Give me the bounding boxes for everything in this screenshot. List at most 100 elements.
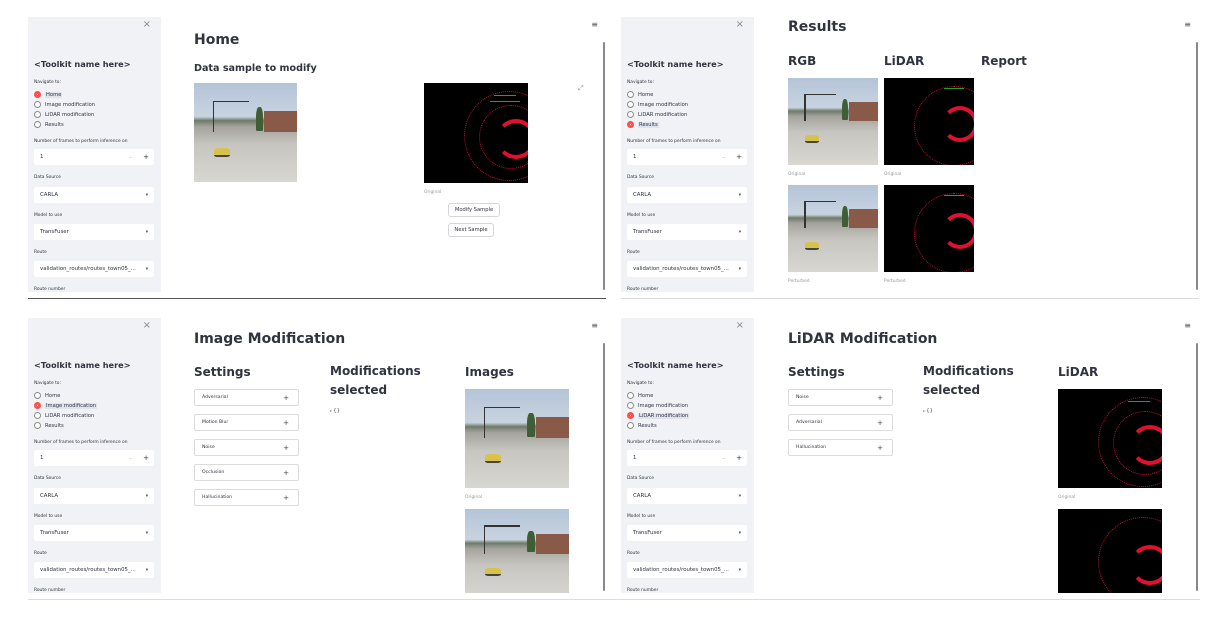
radio-selected-icon[interactable] [34, 91, 41, 98]
data-source-select[interactable]: CARLA ▾ [627, 187, 747, 203]
rgb-sample-image [194, 83, 297, 182]
radio-selected-icon[interactable] [34, 402, 41, 409]
chevron-down-icon: ▾ [738, 493, 741, 499]
scrollbar[interactable] [603, 343, 605, 591]
model-label: Model to use [34, 514, 63, 519]
frames-number-input[interactable]: 1– + [34, 450, 154, 466]
radio-icon[interactable] [34, 101, 41, 108]
radio-icon[interactable] [34, 111, 41, 118]
page-title: Image Modification [194, 331, 346, 347]
nav-option-home[interactable]: Home [627, 90, 653, 99]
close-sidebar-icon[interactable]: × [736, 320, 744, 331]
chevron-down-icon: ▾ [145, 493, 148, 499]
chevron-down-icon: ▾ [738, 567, 741, 573]
plus-icon: + [283, 393, 289, 402]
radio-icon[interactable] [627, 402, 634, 409]
chevron-down-icon: ▾ [738, 530, 741, 536]
scrollbar[interactable] [1196, 343, 1198, 591]
modify-sample-button[interactable]: Modify Sample [448, 203, 500, 217]
modifications-json[interactable]: ▸ {} [330, 408, 340, 414]
frames-label: Number of frames to perform inference on [627, 139, 721, 144]
minus-icon[interactable]: – [129, 455, 132, 462]
close-sidebar-icon[interactable]: × [736, 19, 744, 30]
data-source-select[interactable]: CARLA ▾ [34, 187, 154, 203]
menu-icon[interactable]: ≡ [591, 321, 598, 330]
plus-icon[interactable]: + [143, 454, 149, 462]
radio-icon[interactable] [627, 101, 634, 108]
frames-label: Number of frames to perform inference on [627, 440, 721, 445]
close-sidebar-icon[interactable]: × [143, 320, 151, 331]
menu-icon[interactable]: ≡ [591, 20, 598, 29]
modifications-json[interactable]: ▸ {} [923, 408, 933, 414]
nav-option-home[interactable]: Home [627, 391, 653, 400]
radio-selected-icon[interactable] [627, 412, 634, 419]
close-sidebar-icon[interactable]: × [143, 19, 151, 30]
data-source-select[interactable]: CARLA ▾ [627, 488, 747, 504]
nav-option-home[interactable]: Home [34, 90, 63, 99]
scrollbar[interactable] [1196, 42, 1198, 290]
model-select[interactable]: TransFuser ▾ [627, 525, 747, 541]
radio-icon[interactable] [34, 412, 41, 419]
lidar-sample-image [424, 83, 528, 183]
plus-icon[interactable]: + [736, 153, 742, 161]
expander-adversarial[interactable]: Adversarial + [788, 414, 893, 431]
route-select[interactable]: validation_routes/routes_town05_... ▾ [627, 562, 747, 578]
rgb-original-image [465, 389, 569, 488]
nav-option-results[interactable]: Results [627, 421, 657, 430]
next-sample-button[interactable]: Next Sample [448, 223, 494, 237]
expander-motion-blur[interactable]: Motion Blur + [194, 414, 299, 431]
route-label: Route [34, 250, 47, 255]
chevron-down-icon: ▾ [145, 530, 148, 536]
nav-option-results[interactable]: Results [627, 120, 659, 129]
nav-option-image-modification[interactable]: Image modification [627, 100, 688, 109]
scrollbar[interactable] [603, 42, 605, 290]
expander-occlusion[interactable]: Occlusion + [194, 464, 299, 481]
radio-icon[interactable] [627, 91, 634, 98]
nav-option-image-modification[interactable]: Image modification [627, 401, 688, 410]
radio-icon[interactable] [34, 121, 41, 128]
expander-noise[interactable]: Noise + [194, 439, 299, 456]
nav-option-home[interactable]: Home [34, 391, 60, 400]
menu-icon[interactable]: ≡ [1184, 321, 1191, 330]
menu-icon[interactable]: ≡ [1184, 20, 1191, 29]
radio-icon[interactable] [34, 392, 41, 399]
route-select[interactable]: validation_routes/routes_town05_... ▾ [34, 562, 154, 578]
expander-adversarial[interactable]: Adversarial + [194, 389, 299, 406]
data-source-select[interactable]: CARLA ▾ [34, 488, 154, 504]
radio-icon[interactable] [34, 422, 41, 429]
divider [28, 599, 1200, 600]
fullscreen-icon[interactable]: ⤢ [578, 84, 584, 93]
route-select[interactable]: validation_routes/routes_town05_... ▾ [34, 261, 154, 277]
home-page-panel: × <Toolkit name here> Navigate to: Home … [28, 17, 608, 292]
expander-hallucination[interactable]: Hallucination + [194, 489, 299, 506]
nav-option-lidar-modification[interactable]: LiDAR modification [627, 110, 687, 119]
frames-number-input[interactable]: 1– + [34, 149, 154, 165]
nav-option-image-modification[interactable]: Image modification [34, 100, 95, 109]
radio-icon[interactable] [627, 392, 634, 399]
minus-icon[interactable]: – [722, 455, 725, 462]
model-select[interactable]: TransFuser ▾ [34, 224, 154, 240]
route-select[interactable]: validation_routes/routes_town05_... ▾ [627, 261, 747, 277]
plus-icon[interactable]: + [736, 454, 742, 462]
radio-icon[interactable] [627, 422, 634, 429]
radio-selected-icon[interactable] [627, 121, 634, 128]
nav-option-image-modification[interactable]: Image modification [34, 401, 98, 410]
expander-hallucination[interactable]: Hallucination + [788, 439, 893, 456]
minus-icon[interactable]: – [129, 154, 132, 161]
route-label: Route [627, 551, 640, 556]
plus-icon[interactable]: + [143, 153, 149, 161]
radio-icon[interactable] [627, 111, 634, 118]
frames-number-input[interactable]: 1– + [627, 450, 747, 466]
lidar-column-header: LiDAR [884, 54, 925, 68]
nav-option-lidar-modification[interactable]: LiDAR modification [627, 411, 690, 420]
nav-option-lidar-modification[interactable]: LiDAR modification [34, 411, 94, 420]
model-select[interactable]: TransFuser ▾ [34, 525, 154, 541]
nav-option-results[interactable]: Results [34, 421, 64, 430]
nav-option-lidar-modification[interactable]: LiDAR modification [34, 110, 94, 119]
expander-noise[interactable]: Noise + [788, 389, 893, 406]
nav-option-results[interactable]: Results [34, 120, 64, 129]
frames-number-input[interactable]: 1– + [627, 149, 747, 165]
minus-icon[interactable]: – [722, 154, 725, 161]
route-label: Route [627, 250, 640, 255]
model-select[interactable]: TransFuser ▾ [627, 224, 747, 240]
